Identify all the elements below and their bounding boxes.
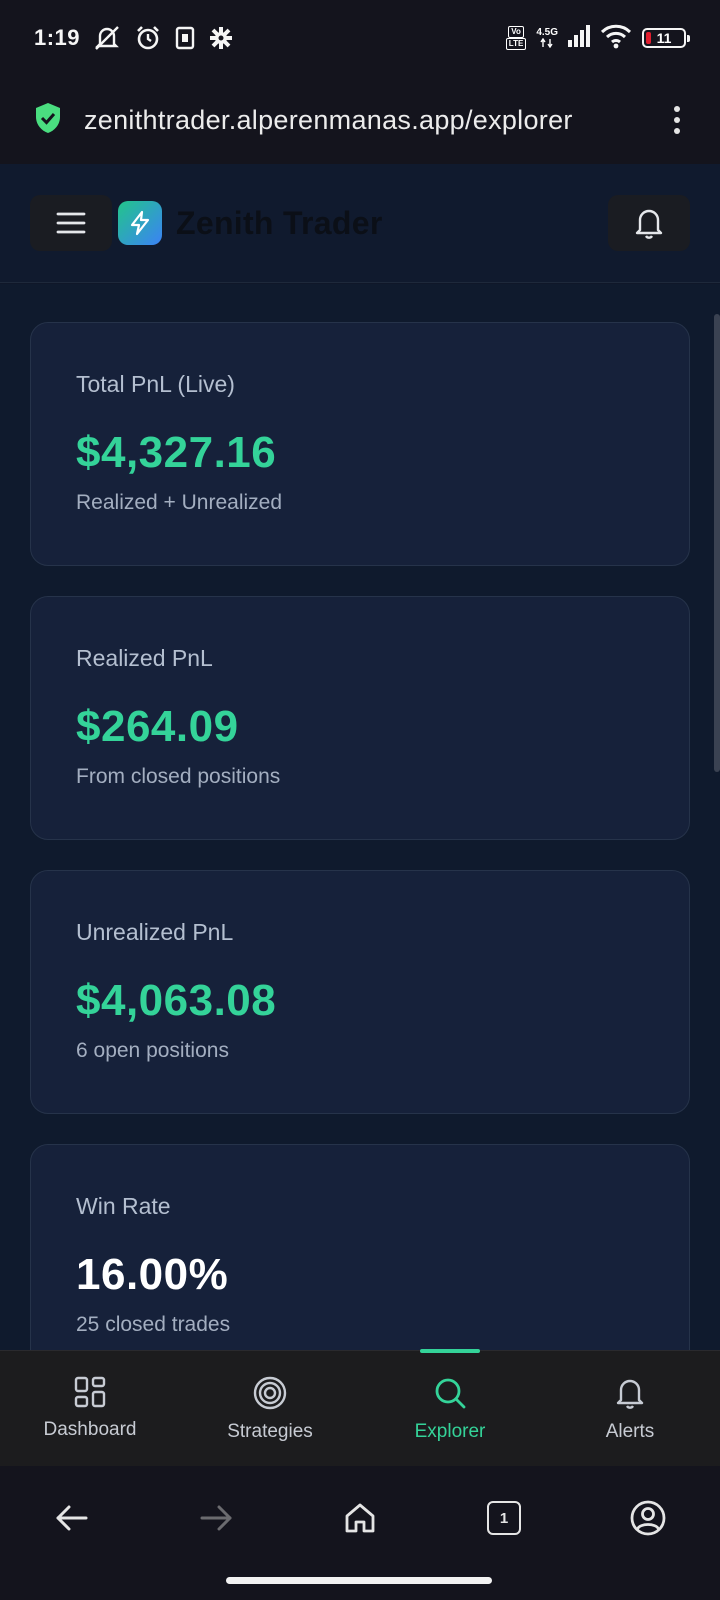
nav-label: Explorer: [414, 1421, 486, 1442]
stat-card-realized-pnl: Realized PnL $264.09 From closed positio…: [30, 596, 690, 840]
gesture-navigation-bar[interactable]: [226, 1577, 492, 1584]
app-title: Zenith Trader: [176, 204, 383, 241]
menu-dot-icon: [674, 106, 680, 112]
profile-button[interactable]: [626, 1496, 670, 1540]
nav-item-explorer[interactable]: Explorer: [360, 1349, 540, 1466]
shield-check-icon[interactable]: [34, 102, 62, 139]
battery-level: 11: [656, 30, 672, 46]
account-icon: [630, 1500, 666, 1536]
browser-menu-button[interactable]: [668, 102, 686, 138]
app-logo: [118, 201, 162, 245]
url-field[interactable]: zenithtrader.alperenmanas.app/explorer: [84, 105, 624, 136]
stat-label: Total PnL (Live): [76, 371, 235, 397]
stat-subtext: 25 closed trades: [76, 1313, 231, 1336]
wifi-icon: [600, 23, 632, 54]
arrow-left-icon: [56, 1505, 88, 1531]
menu-dot-icon: [674, 128, 680, 134]
notifications-button[interactable]: [608, 195, 690, 251]
stat-card-unrealized-pnl: Unrealized PnL $4,063.08 6 open position…: [30, 870, 690, 1114]
stat-label: Win Rate: [76, 1193, 171, 1219]
menu-button[interactable]: [30, 195, 112, 251]
status-time: 1:19: [34, 25, 81, 50]
search-icon: [435, 1378, 466, 1409]
stat-subtext: 6 open positions: [76, 1039, 229, 1062]
tabs-button[interactable]: 1: [482, 1496, 526, 1540]
volte-top: Vo: [508, 26, 524, 38]
volte-badge: Vo LTE: [505, 26, 527, 50]
stat-label: Realized PnL: [76, 645, 213, 671]
nav-item-strategies[interactable]: Strategies: [180, 1351, 360, 1466]
active-tab-indicator: [420, 1349, 480, 1353]
grid-icon: [74, 1376, 106, 1408]
sim-card-icon: [174, 24, 196, 52]
nav-item-dashboard[interactable]: Dashboard: [0, 1351, 180, 1466]
arrow-right-icon: [200, 1505, 232, 1531]
settings-gear-icon: [208, 25, 234, 51]
app-header: Zenith Trader: [0, 164, 720, 283]
nav-label: Dashboard: [43, 1419, 137, 1440]
nav-item-alerts[interactable]: Alerts: [540, 1351, 720, 1466]
scrollbar-thumb[interactable]: [714, 314, 720, 772]
home-button[interactable]: [338, 1496, 382, 1540]
stat-value: $4,327.16: [76, 428, 277, 477]
back-button[interactable]: [50, 1496, 94, 1540]
home-icon: [345, 1503, 375, 1533]
stat-value: $264.09: [76, 702, 239, 751]
target-icon: [253, 1376, 287, 1410]
bell-icon: [616, 1379, 644, 1409]
tab-count: 1: [487, 1501, 521, 1535]
forward-button[interactable]: [194, 1496, 238, 1540]
bell-icon: [635, 209, 663, 239]
stat-subtext: From closed positions: [76, 765, 281, 788]
volte-bottom: LTE: [505, 38, 527, 50]
stat-card-win-rate: Win Rate 16.00% 25 closed trades: [30, 1144, 690, 1350]
lightning-bolt-icon: [130, 210, 150, 236]
nav-label: Strategies: [227, 1421, 313, 1442]
stat-card-total-pnl: Total PnL (Live) $4,327.16 Realized + Un…: [30, 322, 690, 566]
stat-subtext: Realized + Unrealized: [76, 491, 283, 514]
cell-signal-icon: [568, 24, 590, 53]
hamburger-icon: [56, 212, 86, 234]
browser-toolbar: 1: [0, 1466, 720, 1600]
stat-value: 16.00%: [76, 1250, 229, 1299]
alarm-icon: [134, 24, 162, 52]
menu-dot-icon: [674, 117, 680, 123]
data-arrows-icon: [540, 38, 553, 48]
bottom-navigation: Dashboard Strategies Explorer Alerts: [0, 1349, 720, 1466]
muted-notifications-icon: [92, 24, 122, 52]
stat-label: Unrealized PnL: [76, 919, 234, 945]
nav-label: Alerts: [605, 1421, 655, 1442]
browser-url-bar: zenithtrader.alperenmanas.app/explorer: [0, 76, 720, 164]
status-bar: 1:19 Vo LTE 4.5G 11: [0, 0, 720, 76]
battery-indicator: 11: [642, 28, 690, 48]
stats-content[interactable]: Total PnL (Live) $4,327.16 Realized + Un…: [0, 284, 720, 1350]
network-type: 4.5G: [536, 27, 558, 38]
stat-value: $4,063.08: [76, 976, 277, 1025]
